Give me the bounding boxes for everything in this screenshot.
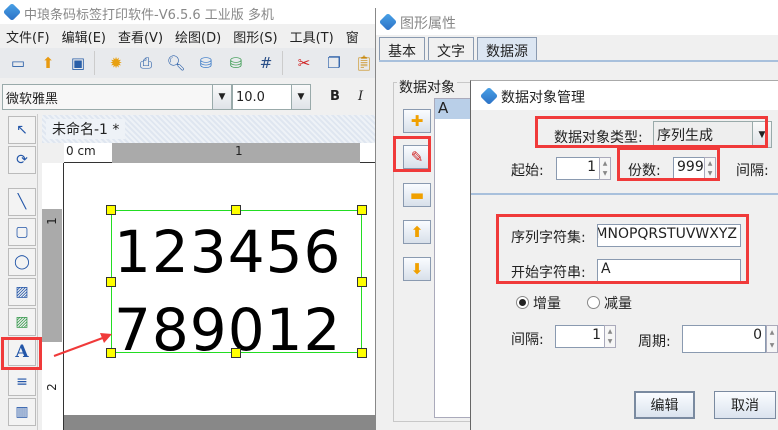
settings-icon[interactable]: ✹ [102, 51, 130, 75]
interval-input[interactable]: 1 [555, 325, 605, 348]
divider [471, 193, 778, 195]
pointer-icon[interactable]: ↖ [8, 116, 36, 144]
list-item[interactable]: A [435, 99, 473, 119]
group-label: 数据对象 [397, 77, 457, 97]
database-connect-icon[interactable]: ⛁ [222, 51, 250, 75]
save-icon[interactable]: ▣ [64, 51, 92, 75]
bold-button[interactable]: B [330, 89, 340, 104]
resize-handle[interactable] [357, 277, 367, 287]
menu-edit[interactable]: 编辑(E) [56, 24, 112, 48]
dialog-title: 图形属性 [400, 16, 456, 32]
barcode-tool-icon[interactable]: ▥ [8, 398, 36, 426]
dialog-titlebar: 图形属性 [376, 8, 778, 35]
font-toolbar: 微软雅黑 ▼ 10.0 ▼ B I [0, 80, 380, 112]
copies-highlight [617, 147, 720, 181]
move-up-icon[interactable]: ⬆ [403, 220, 431, 244]
paste-icon[interactable]: 📋︎ [350, 51, 378, 75]
toolbar-separator [94, 51, 100, 75]
decrement-radio[interactable] [587, 296, 600, 309]
document-tab[interactable]: 未命名-1 * [46, 119, 126, 139]
resize-handle[interactable] [231, 205, 241, 215]
canvas-scrollbar[interactable] [64, 415, 376, 430]
menu-view[interactable]: 查看(V) [112, 24, 169, 48]
increment-label: 增量 [533, 296, 561, 312]
menu-file[interactable]: 文件(F) [0, 24, 56, 48]
dialog-titlebar: 数据对象管理 [471, 81, 778, 110]
tab-datasource[interactable]: 数据源 [477, 37, 537, 61]
data-object-list[interactable]: A [434, 98, 474, 418]
menu-window[interactable]: 窗 [340, 24, 365, 48]
add-icon[interactable]: ✚ [403, 109, 431, 133]
font-size-select[interactable]: 10.0 [232, 84, 292, 110]
print-icon[interactable]: ⎙ [132, 51, 160, 75]
font-family-select[interactable]: 微软雅黑 [2, 84, 214, 110]
text-tool-highlight [1, 337, 42, 370]
start-spinner[interactable]: ▲ ▼ [599, 157, 611, 180]
increment-radio[interactable] [516, 296, 529, 309]
ruler-label: 1 [235, 144, 243, 158]
remove-icon[interactable]: ▬ [403, 183, 431, 207]
edit-button[interactable]: 编辑 [634, 391, 695, 419]
cut-icon[interactable]: ✂ [290, 51, 318, 75]
database-icon[interactable]: ⛁ [192, 51, 220, 75]
chevron-down-icon[interactable]: ▼ [212, 84, 232, 110]
period-input[interactable]: 0 [682, 325, 766, 353]
rich-text-tool-icon[interactable]: ≡ [8, 368, 36, 396]
main-toolbar: ▭ ⬆ ▣ ✹ ⎙ 🔍︎ ⛁ ⛁ # ✂ ❐ 📋︎ [0, 48, 380, 78]
ellipse-tool-icon[interactable]: ◯ [8, 248, 36, 276]
decrement-label: 减量 [604, 296, 632, 312]
chevron-down-icon[interactable]: ▼ [291, 84, 311, 110]
charset-highlight [496, 214, 749, 284]
interval-spinner[interactable]: ▲ ▼ [604, 325, 616, 348]
open-icon[interactable]: ⬆ [34, 51, 62, 75]
tab-text[interactable]: 文字 [428, 37, 474, 61]
interval-label: 间隔: [511, 332, 544, 348]
line-tool-icon[interactable]: ╲ [8, 188, 36, 216]
start-label: 起始: [511, 163, 544, 179]
image-edit-tool-icon[interactable]: ▨ [8, 308, 36, 336]
ruler-label: 0 cm [66, 144, 96, 158]
app-logo-icon [2, 2, 22, 22]
document-tab-bar: 未命名-1 * [42, 115, 378, 143]
print-preview-icon[interactable]: 🔍︎ [162, 51, 190, 75]
app-title: 中琅条码标签打印软件-V6.5.6 工业版 多机 [24, 8, 274, 23]
period-spinner[interactable]: ▲ ▼ [766, 325, 778, 353]
new-window-icon[interactable]: ▭ [4, 51, 32, 75]
resize-handle[interactable] [106, 277, 116, 287]
period-label: 周期: [638, 334, 671, 350]
tab-basic[interactable]: 基本 [379, 37, 425, 61]
app-logo-icon [378, 12, 398, 32]
menu-shape[interactable]: 图形(S) [227, 24, 283, 48]
ruler-highlight [42, 209, 62, 342]
start-input[interactable]: 1 [556, 157, 600, 180]
interval-label-top: 间隔: [736, 163, 769, 179]
menu-draw[interactable]: 绘图(D) [169, 24, 227, 48]
resize-handle[interactable] [106, 205, 116, 215]
ruler-label: 1 [44, 217, 59, 225]
dialog-title: 数据对象管理 [501, 90, 585, 106]
ruler-label: 2 [44, 383, 59, 391]
annotation-arrow [53, 333, 112, 357]
cancel-button[interactable]: 取消 [714, 391, 776, 419]
resize-handle[interactable] [231, 348, 241, 358]
selection-box[interactable] [111, 210, 362, 353]
move-down-icon[interactable]: ⬇ [403, 257, 431, 281]
grid-icon[interactable]: # [252, 51, 280, 75]
italic-button[interactable]: I [358, 89, 363, 104]
edit-button-highlight [393, 136, 431, 172]
menu-tools[interactable]: 工具(T) [284, 24, 340, 48]
app-logo-icon [479, 86, 499, 106]
resize-handle[interactable] [357, 205, 367, 215]
image-tool-icon[interactable]: ▨ [8, 278, 36, 306]
type-highlight [535, 116, 768, 148]
tool-palette: ↖ ⟳ ╲ ▢ ◯ ▨ ▨ A ≡ ▥ [6, 114, 38, 430]
rotate-icon[interactable]: ⟳ [8, 146, 36, 174]
resize-handle[interactable] [357, 348, 367, 358]
copy-icon[interactable]: ❐ [320, 51, 348, 75]
toolbar-separator [282, 51, 288, 75]
rectangle-tool-icon[interactable]: ▢ [8, 218, 36, 246]
